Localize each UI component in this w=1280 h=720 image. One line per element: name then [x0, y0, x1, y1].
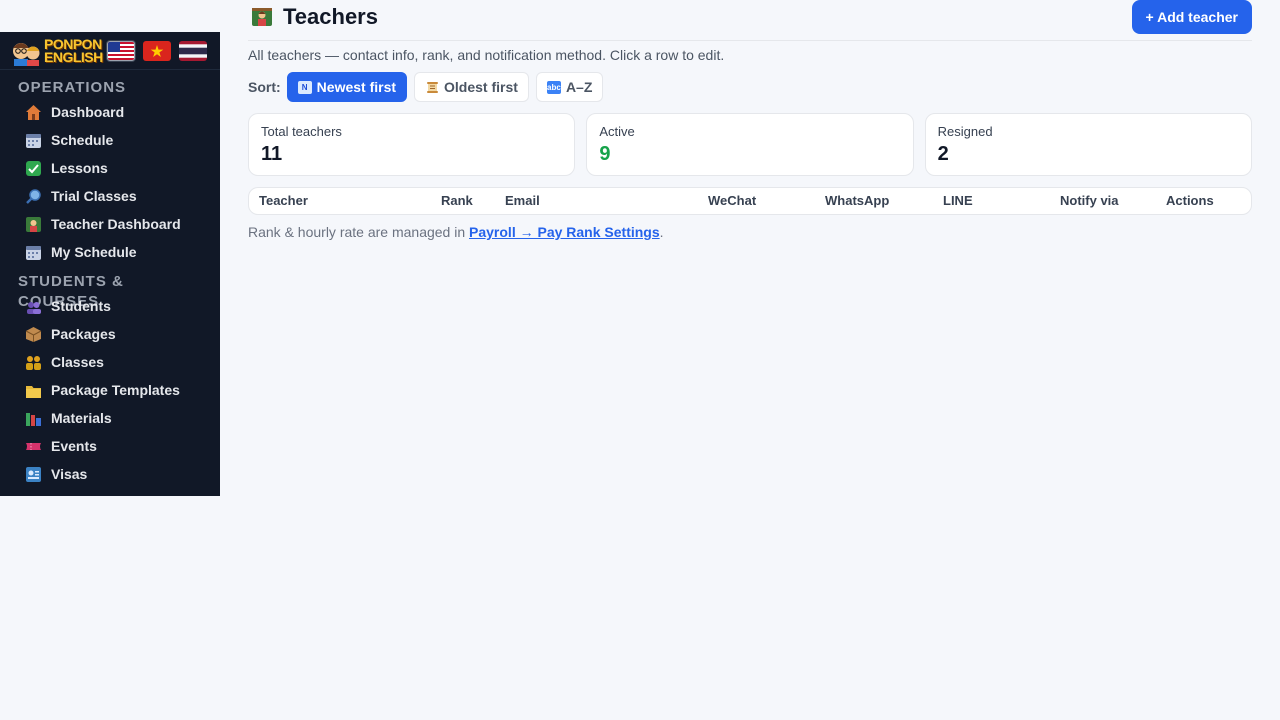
sidebar-item-packages[interactable]: Packages: [0, 320, 220, 348]
teacher-icon: [251, 6, 273, 28]
sidebar-item-label: Schedule: [51, 132, 114, 148]
logo-text: PONPON ENGLISH: [44, 37, 103, 65]
ticket-icon: [24, 437, 42, 455]
sort-option-label: A–Z: [565, 79, 593, 95]
stat-value: 11: [261, 143, 283, 165]
sidebar-item-label: Students: [51, 298, 111, 314]
stat-active: Active 9: [586, 113, 914, 176]
logo[interactable]: PONPON ENGLISH: [10, 36, 103, 66]
column-header-notify-via[interactable]: Notify via: [1060, 188, 1119, 214]
folder-icon: [24, 381, 42, 399]
add-teacher-button[interactable]: + Add teacher: [1131, 0, 1252, 34]
sidebar-item-label: Packages: [51, 326, 116, 342]
language-switcher: [106, 40, 207, 61]
sidebar-item-label: Classes: [51, 354, 104, 370]
calendar-icon: [24, 243, 42, 261]
sort-newest-button[interactable]: N Newest first: [286, 72, 408, 102]
page-header: Teachers + Add teacher: [248, 0, 1252, 41]
teachers-table: Teacher Rank Email WeChat WhatsApp LINE …: [248, 187, 1252, 215]
nav-section-students-courses: STUDENTS & COURSES: [18, 273, 124, 310]
column-header-wechat[interactable]: WeChat: [708, 188, 756, 214]
column-header-email[interactable]: Email: [505, 188, 540, 214]
brand-bar: PONPON ENGLISH: [0, 32, 220, 70]
column-header-whatsapp[interactable]: WhatsApp: [825, 188, 889, 214]
column-header-line[interactable]: LINE: [943, 188, 973, 214]
page-title-text: Teachers: [283, 4, 378, 29]
magnifier-icon: [24, 187, 42, 205]
sort-label: Sort:: [248, 79, 281, 95]
sidebar-item-label: Events: [51, 438, 97, 454]
pay-rank-settings-link[interactable]: Payroll → Pay Rank Settings: [469, 224, 660, 240]
sidebar-item-label: Dashboard: [51, 104, 125, 120]
sort-option-label: Oldest first: [444, 79, 518, 95]
rank-note: Rank & hourly rate are managed in Payrol…: [248, 224, 1252, 240]
thailand-flag-icon[interactable]: [178, 40, 207, 61]
sort-option-label: Newest first: [316, 79, 397, 95]
vietnam-flag-icon[interactable]: [142, 40, 171, 61]
abc-icon: abc: [546, 80, 561, 94]
nav-section-operations: OPERATIONS: [18, 79, 127, 96]
rank-note-suffix: .: [659, 224, 664, 240]
rank-note-prefix: Rank & hourly rate are managed in: [248, 224, 470, 240]
page-title: Teachers: [248, 4, 378, 30]
sidebar-item-dashboard[interactable]: Dashboard: [0, 98, 220, 126]
sidebar-item-label: Materials: [51, 410, 112, 426]
teacher-icon: [24, 215, 42, 233]
column-header-actions[interactable]: Actions: [1166, 188, 1214, 214]
logo-line-2: ENGLISH: [44, 48, 103, 65]
sidebar-item-package-templates[interactable]: Package Templates: [0, 376, 220, 404]
column-header-teacher[interactable]: Teacher: [259, 188, 308, 214]
stat-total-teachers: Total teachers 11: [248, 113, 576, 176]
scroll-icon: [425, 81, 439, 94]
column-header-rank[interactable]: Rank: [441, 188, 473, 214]
sidebar-item-label: Visas: [51, 466, 88, 482]
sidebar-item-lessons[interactable]: Lessons: [0, 154, 220, 182]
new-badge-icon: N: [297, 80, 312, 94]
mascot-icon: [10, 36, 42, 66]
sort-az-button[interactable]: abc A–Z: [535, 72, 604, 102]
sidebar-item-label: Teacher Dashboard: [51, 216, 181, 232]
stat-label: Total teachers: [261, 124, 342, 139]
sidebar-item-materials[interactable]: Materials: [0, 404, 220, 432]
sidebar-item-teacher-dashboard[interactable]: Teacher Dashboard: [0, 210, 220, 238]
package-icon: [24, 325, 42, 343]
stat-value: 2: [937, 143, 949, 165]
stats-row: Total teachers 11 Active 9 Resigned 2: [248, 113, 1252, 176]
checkmark-icon: [24, 159, 42, 177]
sort-bar: Sort: N Newest first Oldest first abc A–…: [248, 72, 1252, 102]
sidebar-item-label: My Schedule: [51, 244, 137, 260]
sidebar-item-my-schedule[interactable]: My Schedule: [0, 238, 220, 266]
sidebar: PONPON ENGLISH OPERATIONS Dashboard Sche…: [0, 32, 220, 496]
sidebar-item-students[interactable]: Students: [0, 292, 220, 320]
stat-label: Active: [599, 124, 635, 139]
stat-label: Resigned: [937, 124, 993, 139]
stat-resigned: Resigned 2: [924, 113, 1252, 176]
people-icon: [24, 297, 42, 315]
sidebar-item-label: Package Templates: [51, 382, 180, 398]
passport-icon: [24, 465, 42, 483]
sidebar-item-label: Trial Classes: [51, 188, 137, 204]
sidebar-item-visas[interactable]: Visas: [0, 460, 220, 488]
stat-value: 9: [599, 143, 611, 165]
sidebar-item-label: Lessons: [51, 160, 108, 176]
us-flag-icon[interactable]: [106, 40, 135, 61]
books-icon: [24, 409, 42, 427]
page-subtitle: All teachers — contact info, rank, and n…: [248, 47, 725, 63]
calendar-icon: [24, 131, 42, 149]
sidebar-item-schedule[interactable]: Schedule: [0, 126, 220, 154]
sidebar-item-classes[interactable]: Classes: [0, 348, 220, 376]
sidebar-item-events[interactable]: Events: [0, 432, 220, 460]
main-content: Teachers + Add teacher All teachers — co…: [248, 0, 1252, 240]
group-icon: [24, 353, 42, 371]
house-icon: [24, 103, 42, 121]
sort-oldest-button[interactable]: Oldest first: [414, 72, 529, 102]
sidebar-item-trial-classes[interactable]: Trial Classes: [0, 182, 220, 210]
